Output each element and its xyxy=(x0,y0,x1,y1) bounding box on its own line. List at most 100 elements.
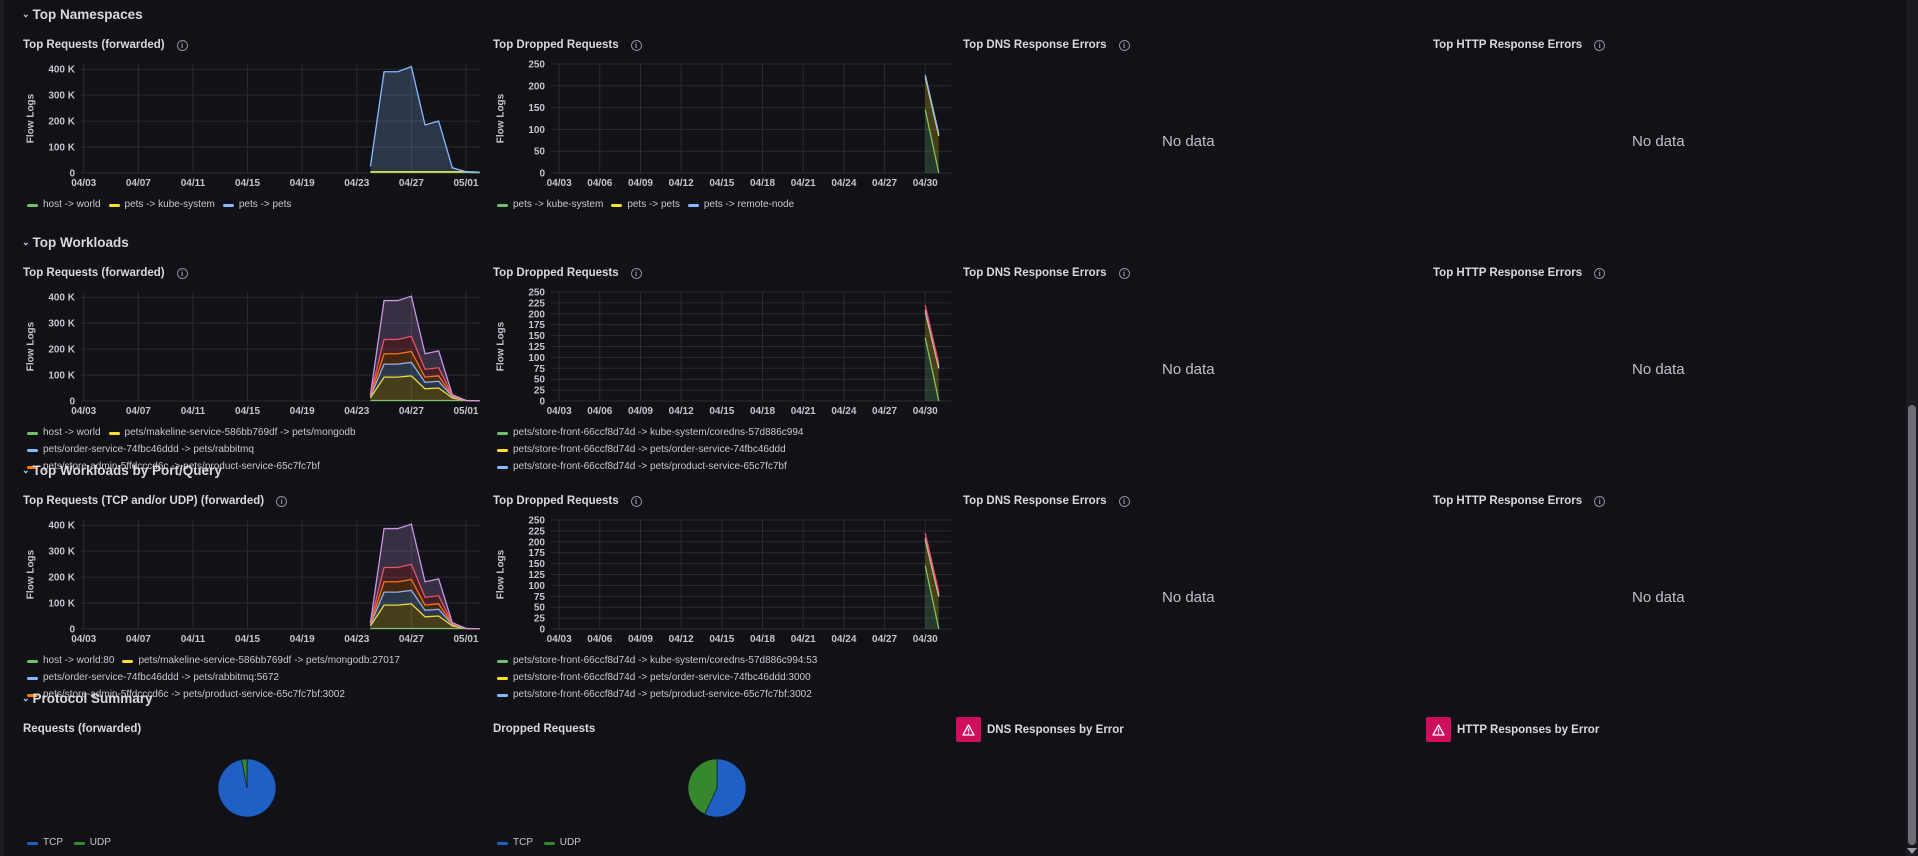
legend-item[interactable]: pets/order-service-74fbc46ddd -> pets/ra… xyxy=(27,442,254,459)
y-axis-label: Flow Logs xyxy=(495,549,506,599)
x-tick-label: 04/07 xyxy=(126,634,151,645)
x-tick-label: 04/21 xyxy=(791,406,816,417)
timeseries-chart: Flow Logs0100 K200 K300 K400 K04/03 04/07… xyxy=(25,292,481,417)
info-icon[interactable]: i xyxy=(1118,39,1130,51)
legend-item[interactable]: host -> world:80 xyxy=(27,653,114,670)
legend-label: host -> world xyxy=(43,427,101,439)
panel-pq-dropped: Top Dropped Requests i Flow Logs 0 25 50 75 10… xyxy=(493,495,953,700)
legend-item[interactable]: pets/store-front-66ccf8d74d -> pets/prod… xyxy=(497,459,787,476)
x-tick-label: 04/06 xyxy=(587,406,612,417)
scrollbar-thumb[interactable] xyxy=(1908,405,1916,845)
panel-title: Top HTTP Response Errors i xyxy=(1433,267,1606,279)
legend-item[interactable]: pets/store-front-66ccf8d74d -> kube-syst… xyxy=(497,653,817,670)
legend-item[interactable]: pets/makeline-service-586bb769df -> pets… xyxy=(108,425,356,442)
x-tick-label: 04/15 xyxy=(709,178,734,189)
info-icon[interactable]: i xyxy=(1118,495,1130,507)
series-line xyxy=(370,171,480,173)
legend-label: pets/order-service-74fbc46ddd -> pets/ra… xyxy=(43,672,279,683)
y-tick-label: 200 K xyxy=(48,573,75,584)
x-tick-label: 04/12 xyxy=(669,178,694,189)
info-icon[interactable]: i xyxy=(176,267,188,279)
legend-row: pets/order-service-74fbc46ddd -> pets/ra… xyxy=(27,670,487,687)
x-tick-label: 05/01 xyxy=(453,406,478,417)
legend-swatch xyxy=(497,448,508,452)
x-tick-label: 04/15 xyxy=(235,178,260,189)
row-header-protocol-summary[interactable]: ⌄ Protocol Summary xyxy=(22,691,153,706)
legend-item[interactable]: pets -> kube-system xyxy=(108,197,215,214)
legend-item[interactable]: pets -> pets xyxy=(222,197,292,214)
panel-title: Top DNS Response Errors i xyxy=(963,267,1130,279)
x-tick-label: 04/24 xyxy=(831,178,856,189)
info-icon[interactable]: i xyxy=(630,495,642,507)
x-tick-label: 04/03 xyxy=(547,406,572,417)
x-tick-label: 04/23 xyxy=(344,406,369,417)
x-tick-label: 04/03 xyxy=(71,178,96,189)
legend-item[interactable]: UDP xyxy=(543,835,581,852)
panel-title: Top HTTP Response Errors i xyxy=(1433,495,1606,507)
legend-item[interactable]: TCP xyxy=(27,835,63,852)
legend-item[interactable]: UDP xyxy=(73,835,111,852)
legend-item[interactable]: host -> world xyxy=(27,425,101,442)
row-header-top-workloads-port-query[interactable]: ⌄ Top Workloads by Port/Query xyxy=(22,463,222,478)
info-icon[interactable]: i xyxy=(1594,39,1606,51)
y-tick-label: 400 K xyxy=(48,65,75,76)
legend-label: pets/store-front-66ccf8d74d -> kube-syst… xyxy=(513,655,818,667)
legend-item[interactable]: pets -> kube-system xyxy=(497,197,603,214)
scroll-down-arrow-icon[interactable] xyxy=(1907,848,1917,854)
info-icon[interactable]: i xyxy=(1594,495,1606,507)
legend-item[interactable]: host -> world xyxy=(27,197,101,214)
row-title: Top Workloads by Port/Query xyxy=(32,463,222,478)
legend-item[interactable]: TCP xyxy=(497,835,533,852)
scrollbar[interactable] xyxy=(1906,0,1918,856)
panel-title: Top DNS Response Errors i xyxy=(963,39,1130,51)
x-tick-label: 04/09 xyxy=(628,178,653,189)
info-icon[interactable]: i xyxy=(630,267,642,279)
x-tick-label: 04/03 xyxy=(71,634,96,645)
legend-label: pets/makeline-service-586bb769df -> pets… xyxy=(138,655,400,667)
info-icon[interactable]: i xyxy=(1594,267,1606,279)
y-tick-label: 150 xyxy=(528,559,545,570)
info-icon[interactable]: i xyxy=(276,495,288,507)
y-tick-label: 200 K xyxy=(48,345,75,356)
legend-row: host -> world:80 pets/makeline-service-58… xyxy=(27,653,487,670)
legend-item[interactable]: pets/store-front-66ccf8d74d -> pets/prod… xyxy=(497,687,812,704)
row-header-top-namespaces[interactable]: ⌄ Top Namespaces xyxy=(22,7,143,22)
chevron-down-icon: ⌄ xyxy=(22,693,30,703)
row-header-top-workloads[interactable]: ⌄ Top Workloads xyxy=(22,235,129,250)
warning-icon[interactable] xyxy=(956,717,981,742)
legend-item[interactable]: pets -> pets xyxy=(611,197,680,214)
panel-title: Top DNS Response Errors i xyxy=(963,495,1130,507)
no-data-text: No data xyxy=(1162,589,1215,606)
y-tick-label: 400 K xyxy=(48,293,75,304)
legend-label: pets -> kube-system xyxy=(124,199,215,211)
chart-legend: pets -> kube-system pets -> pets pets -> r… xyxy=(497,197,957,214)
x-tick-label: 04/09 xyxy=(628,634,653,645)
y-tick-label: 200 xyxy=(528,537,545,548)
x-tick-label: 04/30 xyxy=(913,634,938,645)
legend-item[interactable]: pets/store-front-66ccf8d74d -> kube-syst… xyxy=(497,425,803,442)
warning-icon[interactable] xyxy=(1426,717,1451,742)
legend-swatch xyxy=(497,465,508,469)
y-tick-label: 200 xyxy=(528,81,545,92)
legend-swatch xyxy=(611,204,623,207)
legend-item[interactable]: pets/order-service-74fbc46ddd -> pets/ra… xyxy=(27,670,279,687)
legend-swatch xyxy=(122,660,134,663)
legend-item[interactable]: pets -> remote-node xyxy=(687,197,794,214)
legend-row: host -> world pets/makeline-service-586bb… xyxy=(27,425,487,442)
legend-row: pets/store-front-66ccf8d74d -> pets/prod… xyxy=(497,459,957,476)
chart-legend: TCP UDP xyxy=(27,835,487,852)
y-axis-label: Flow Logs xyxy=(25,321,36,371)
legend-swatch xyxy=(108,204,120,207)
legend-label: pets -> kube-system xyxy=(513,199,604,211)
info-icon[interactable]: i xyxy=(1118,267,1130,279)
legend-item[interactable]: pets/store-front-66ccf8d74d -> pets/orde… xyxy=(497,670,811,687)
y-tick-label: 25 xyxy=(534,386,546,397)
legend-label: pets -> pets xyxy=(238,199,292,211)
legend-label: host -> world:80 xyxy=(43,655,115,667)
legend-item[interactable]: pets/store-front-66ccf8d74d -> pets/orde… xyxy=(497,442,786,459)
x-tick-label: 04/18 xyxy=(750,406,775,417)
info-icon[interactable]: i xyxy=(630,39,642,51)
legend-item[interactable]: pets/makeline-service-586bb769df -> pets… xyxy=(122,653,400,670)
legend-swatch xyxy=(27,448,38,452)
info-icon[interactable]: i xyxy=(176,39,188,51)
